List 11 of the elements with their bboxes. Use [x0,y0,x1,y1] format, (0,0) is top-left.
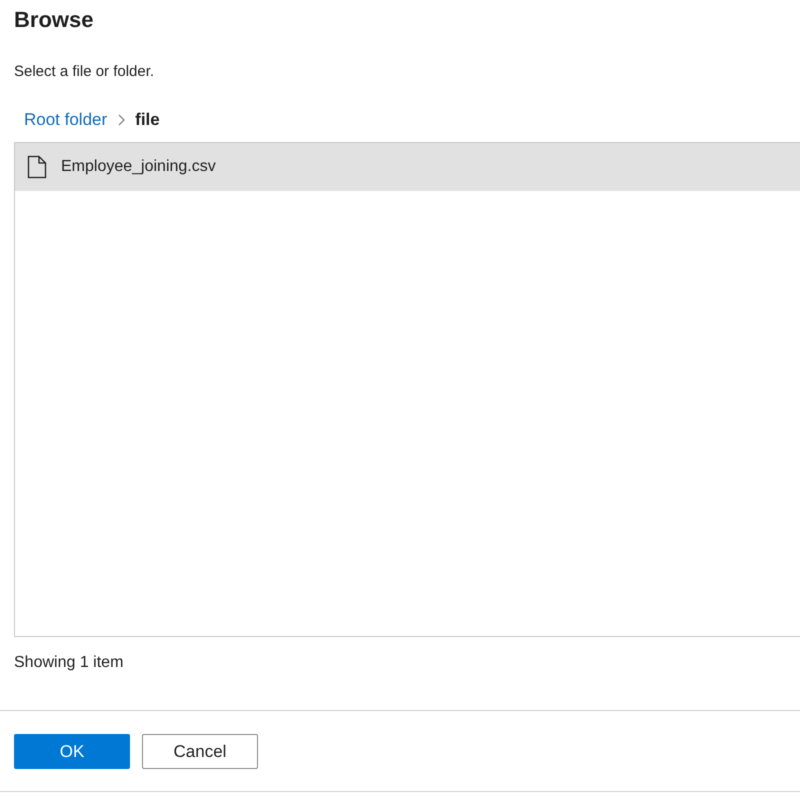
file-icon [27,155,47,179]
item-count: Showing 1 item [14,653,124,673]
file-name: Employee_joining.csv [61,157,216,177]
breadcrumb-current: file [135,109,160,132]
description: Select a file or folder. [14,62,154,82]
ok-button[interactable]: OK [14,734,130,769]
chevron-right-icon [117,114,126,126]
breadcrumb-link[interactable]: Root folder [24,107,108,133]
file-row[interactable]: Employee_joining.csv [15,143,800,191]
cancel-button[interactable]: Cancel [142,734,258,769]
dialog-title: Browse [14,6,94,34]
